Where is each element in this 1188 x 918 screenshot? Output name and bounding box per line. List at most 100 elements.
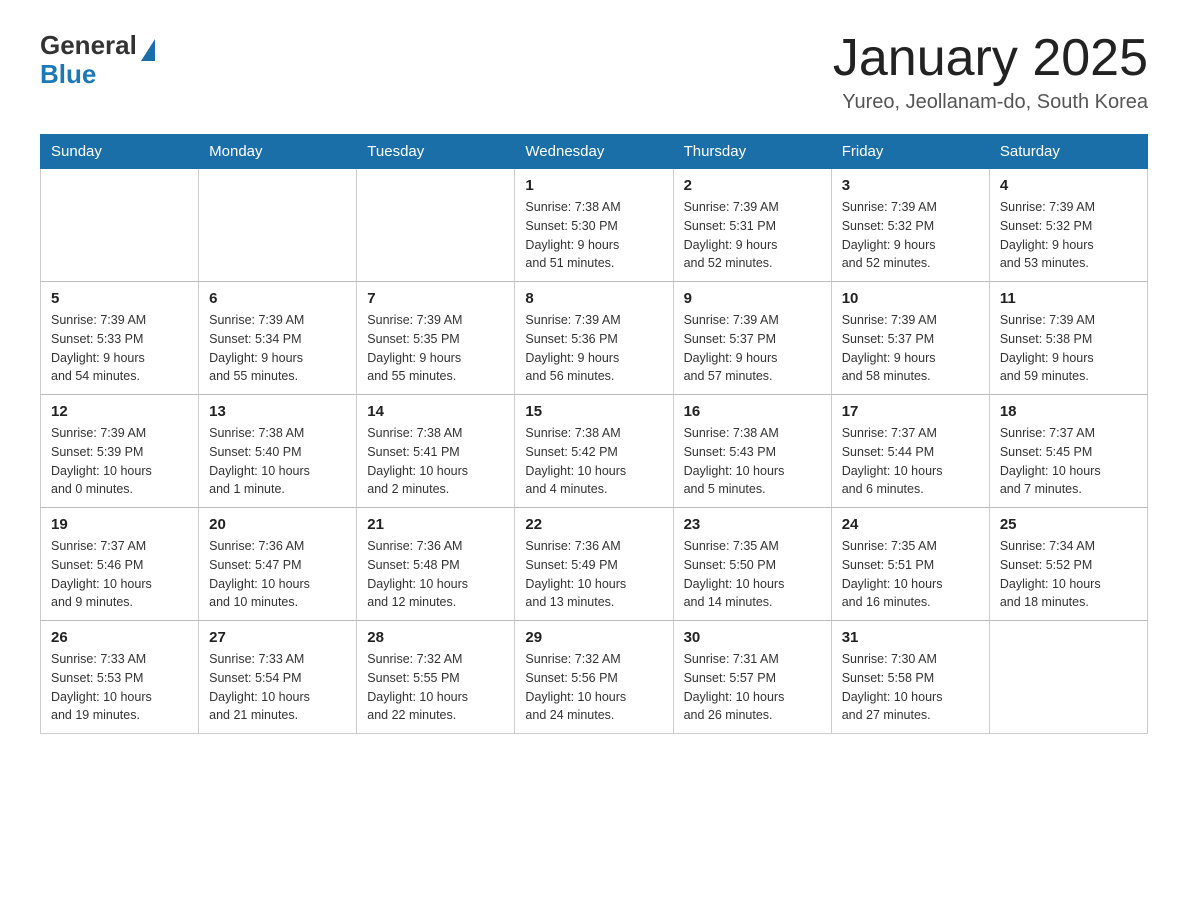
day-info: Sunrise: 7:38 AM Sunset: 5:40 PM Dayligh…	[209, 424, 346, 499]
day-info: Sunrise: 7:37 AM Sunset: 5:45 PM Dayligh…	[1000, 424, 1137, 499]
logo: General Blue	[40, 30, 155, 90]
day-info: Sunrise: 7:39 AM Sunset: 5:32 PM Dayligh…	[1000, 198, 1137, 273]
day-number: 5	[51, 290, 188, 307]
logo-blue-text: Blue	[40, 59, 155, 90]
weekday-header-monday: Monday	[199, 135, 357, 169]
day-info: Sunrise: 7:37 AM Sunset: 5:46 PM Dayligh…	[51, 537, 188, 612]
day-info: Sunrise: 7:33 AM Sunset: 5:54 PM Dayligh…	[209, 650, 346, 725]
day-number: 2	[684, 177, 821, 194]
calendar-cell: 24 Sunrise: 7:35 AM Sunset: 5:51 PM Dayli…	[831, 508, 989, 621]
weekday-header-friday: Friday	[831, 135, 989, 169]
calendar-cell	[357, 169, 515, 282]
calendar-cell: 29 Sunrise: 7:32 AM Sunset: 5:56 PM Dayli…	[515, 621, 673, 734]
day-number: 29	[525, 629, 662, 646]
calendar-cell: 6 Sunrise: 7:39 AM Sunset: 5:34 PM Daylig…	[199, 282, 357, 395]
day-number: 16	[684, 403, 821, 420]
calendar-cell: 23 Sunrise: 7:35 AM Sunset: 5:50 PM Dayli…	[673, 508, 831, 621]
calendar-cell: 9 Sunrise: 7:39 AM Sunset: 5:37 PM Daylig…	[673, 282, 831, 395]
day-info: Sunrise: 7:36 AM Sunset: 5:49 PM Dayligh…	[525, 537, 662, 612]
day-number: 20	[209, 516, 346, 533]
calendar-cell: 11 Sunrise: 7:39 AM Sunset: 5:38 PM Dayli…	[989, 282, 1147, 395]
day-number: 1	[525, 177, 662, 194]
day-number: 18	[1000, 403, 1137, 420]
day-number: 7	[367, 290, 504, 307]
calendar-cell	[989, 621, 1147, 734]
calendar-cell: 15 Sunrise: 7:38 AM Sunset: 5:42 PM Dayli…	[515, 395, 673, 508]
calendar-cell: 1 Sunrise: 7:38 AM Sunset: 5:30 PM Daylig…	[515, 169, 673, 282]
day-info: Sunrise: 7:39 AM Sunset: 5:34 PM Dayligh…	[209, 311, 346, 386]
day-info: Sunrise: 7:39 AM Sunset: 5:37 PM Dayligh…	[684, 311, 821, 386]
weekday-header-row: SundayMondayTuesdayWednesdayThursdayFrid…	[41, 135, 1148, 169]
day-info: Sunrise: 7:30 AM Sunset: 5:58 PM Dayligh…	[842, 650, 979, 725]
day-number: 6	[209, 290, 346, 307]
calendar-subtitle: Yureo, Jeollanam-do, South Korea	[833, 91, 1148, 114]
day-info: Sunrise: 7:35 AM Sunset: 5:50 PM Dayligh…	[684, 537, 821, 612]
calendar-cell: 22 Sunrise: 7:36 AM Sunset: 5:49 PM Dayli…	[515, 508, 673, 621]
day-number: 28	[367, 629, 504, 646]
day-number: 4	[1000, 177, 1137, 194]
day-number: 24	[842, 516, 979, 533]
calendar-cell: 30Sunrise: 7:31 AM Sunset: 5:57 PM Dayli…	[673, 621, 831, 734]
day-info: Sunrise: 7:32 AM Sunset: 5:55 PM Dayligh…	[367, 650, 504, 725]
calendar-cell: 21 Sunrise: 7:36 AM Sunset: 5:48 PM Dayli…	[357, 508, 515, 621]
day-info: Sunrise: 7:32 AM Sunset: 5:56 PM Dayligh…	[525, 650, 662, 725]
day-number: 15	[525, 403, 662, 420]
day-info: Sunrise: 7:33 AM Sunset: 5:53 PM Dayligh…	[51, 650, 188, 725]
day-number: 31	[842, 629, 979, 646]
calendar-cell: 20Sunrise: 7:36 AM Sunset: 5:47 PM Dayli…	[199, 508, 357, 621]
weekday-header-thursday: Thursday	[673, 135, 831, 169]
calendar-cell: 3Sunrise: 7:39 AM Sunset: 5:32 PM Daylig…	[831, 169, 989, 282]
day-number: 21	[367, 516, 504, 533]
day-info: Sunrise: 7:38 AM Sunset: 5:30 PM Dayligh…	[525, 198, 662, 273]
calendar-cell: 14 Sunrise: 7:38 AM Sunset: 5:41 PM Dayli…	[357, 395, 515, 508]
weekday-header-tuesday: Tuesday	[357, 135, 515, 169]
calendar-cell: 10 Sunrise: 7:39 AM Sunset: 5:37 PM Dayli…	[831, 282, 989, 395]
day-number: 27	[209, 629, 346, 646]
day-info: Sunrise: 7:39 AM Sunset: 5:39 PM Dayligh…	[51, 424, 188, 499]
calendar-table: SundayMondayTuesdayWednesdayThursdayFrid…	[40, 134, 1148, 734]
day-info: Sunrise: 7:36 AM Sunset: 5:48 PM Dayligh…	[367, 537, 504, 612]
day-info: Sunrise: 7:37 AM Sunset: 5:44 PM Dayligh…	[842, 424, 979, 499]
calendar-cell: 28 Sunrise: 7:32 AM Sunset: 5:55 PM Dayli…	[357, 621, 515, 734]
day-number: 8	[525, 290, 662, 307]
day-number: 23	[684, 516, 821, 533]
calendar-week-row: 26 Sunrise: 7:33 AM Sunset: 5:53 PM Dayli…	[41, 621, 1148, 734]
day-number: 14	[367, 403, 504, 420]
logo-general-text: General	[40, 30, 137, 61]
day-info: Sunrise: 7:39 AM Sunset: 5:35 PM Dayligh…	[367, 311, 504, 386]
day-info: Sunrise: 7:38 AM Sunset: 5:43 PM Dayligh…	[684, 424, 821, 499]
day-number: 26	[51, 629, 188, 646]
calendar-cell: 17 Sunrise: 7:37 AM Sunset: 5:44 PM Dayli…	[831, 395, 989, 508]
weekday-header-wednesday: Wednesday	[515, 135, 673, 169]
calendar-cell: 5 Sunrise: 7:39 AM Sunset: 5:33 PM Daylig…	[41, 282, 199, 395]
day-number: 12	[51, 403, 188, 420]
title-block: January 2025 Yureo, Jeollanam-do, South …	[833, 30, 1148, 114]
calendar-cell: 7 Sunrise: 7:39 AM Sunset: 5:35 PM Daylig…	[357, 282, 515, 395]
day-info: Sunrise: 7:38 AM Sunset: 5:42 PM Dayligh…	[525, 424, 662, 499]
calendar-cell: 13 Sunrise: 7:38 AM Sunset: 5:40 PM Dayli…	[199, 395, 357, 508]
day-info: Sunrise: 7:39 AM Sunset: 5:37 PM Dayligh…	[842, 311, 979, 386]
day-info: Sunrise: 7:39 AM Sunset: 5:33 PM Dayligh…	[51, 311, 188, 386]
day-info: Sunrise: 7:39 AM Sunset: 5:36 PM Dayligh…	[525, 311, 662, 386]
day-number: 11	[1000, 290, 1137, 307]
day-info: Sunrise: 7:35 AM Sunset: 5:51 PM Dayligh…	[842, 537, 979, 612]
calendar-week-row: 5 Sunrise: 7:39 AM Sunset: 5:33 PM Daylig…	[41, 282, 1148, 395]
weekday-header-sunday: Sunday	[41, 135, 199, 169]
day-number: 19	[51, 516, 188, 533]
day-number: 13	[209, 403, 346, 420]
logo-triangle-icon	[141, 39, 155, 61]
calendar-cell: 2 Sunrise: 7:39 AM Sunset: 5:31 PM Daylig…	[673, 169, 831, 282]
calendar-cell: 27 Sunrise: 7:33 AM Sunset: 5:54 PM Dayli…	[199, 621, 357, 734]
day-number: 25	[1000, 516, 1137, 533]
day-info: Sunrise: 7:38 AM Sunset: 5:41 PM Dayligh…	[367, 424, 504, 499]
calendar-cell: 12 Sunrise: 7:39 AM Sunset: 5:39 PM Dayli…	[41, 395, 199, 508]
calendar-cell: 31 Sunrise: 7:30 AM Sunset: 5:58 PM Dayli…	[831, 621, 989, 734]
weekday-header-saturday: Saturday	[989, 135, 1147, 169]
day-info: Sunrise: 7:39 AM Sunset: 5:31 PM Dayligh…	[684, 198, 821, 273]
day-number: 17	[842, 403, 979, 420]
day-number: 10	[842, 290, 979, 307]
day-info: Sunrise: 7:34 AM Sunset: 5:52 PM Dayligh…	[1000, 537, 1137, 612]
day-number: 9	[684, 290, 821, 307]
day-info: Sunrise: 7:39 AM Sunset: 5:38 PM Dayligh…	[1000, 311, 1137, 386]
day-number: 22	[525, 516, 662, 533]
